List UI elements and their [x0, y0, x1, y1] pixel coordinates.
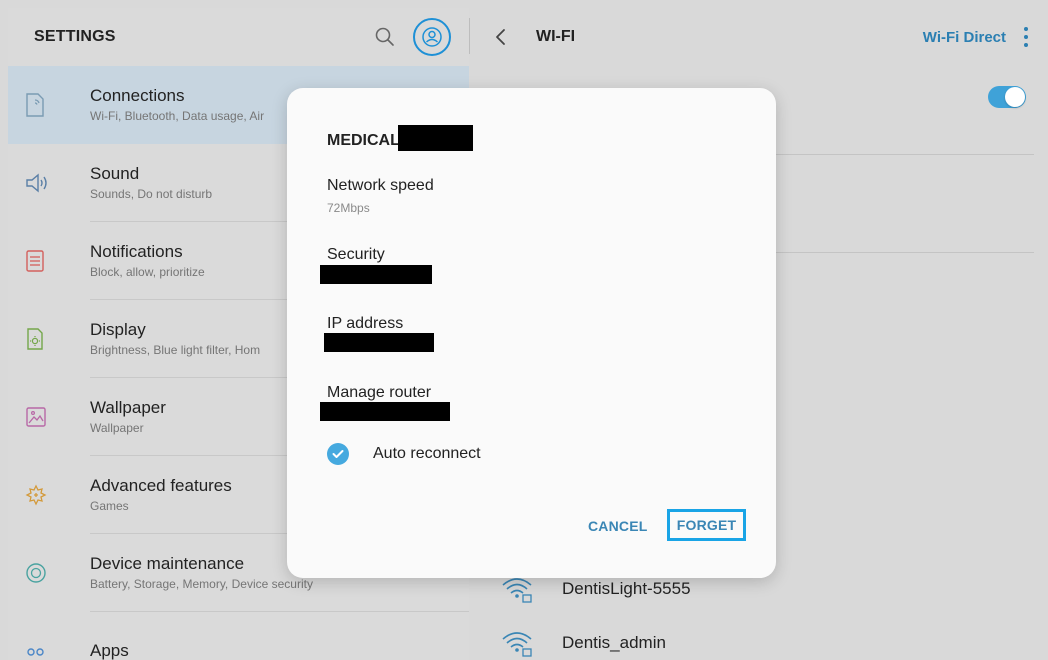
network-name: DentisLight-5555: [562, 579, 691, 598]
wifi-toggle[interactable]: [988, 86, 1026, 108]
auto-reconnect-label[interactable]: Auto reconnect: [373, 445, 481, 463]
settings-item-title: Connections: [90, 86, 185, 105]
settings-item-subtitle: Brightness, Blue light filter, Hom: [90, 343, 261, 357]
wifi-header: WI-FI Wi-Fi Direct: [470, 8, 1048, 66]
sound-icon: [24, 168, 74, 198]
settings-item-title: Device maintenance: [90, 554, 245, 573]
wifi-secure-icon: [502, 578, 532, 603]
redacted-router-value: [320, 402, 450, 421]
display-icon: [24, 324, 74, 354]
forget-button[interactable]: FORGET: [667, 509, 746, 541]
advanced-features-icon: [24, 480, 74, 510]
wifi-direct-button[interactable]: Wi-Fi Direct: [923, 29, 1006, 46]
settings-item-title: Wallpaper: [90, 398, 166, 417]
wifi-title: WI-FI: [536, 28, 576, 45]
redacted-ip-value: [324, 333, 434, 352]
settings-item-title: Display: [90, 320, 146, 339]
apps-icon: [24, 636, 74, 660]
network-details-dialog: MEDICAL Network speed 72Mbps Security IP…: [287, 88, 776, 578]
network-item-dentis-admin[interactable]: Dentis_admin: [500, 628, 666, 658]
cancel-button[interactable]: CANCEL: [588, 518, 648, 534]
notifications-icon: [24, 246, 74, 276]
wallpaper-icon: [24, 402, 74, 432]
settings-item-subtitle: Block, allow, prioritize: [90, 265, 205, 279]
settings-item-subtitle: Wallpaper: [90, 421, 144, 435]
settings-item-title: Apps: [90, 641, 129, 660]
settings-item-title: Notifications: [90, 242, 183, 261]
search-icon[interactable]: [371, 23, 399, 51]
profile-icon[interactable]: [413, 18, 451, 56]
redacted-network-suffix: [398, 125, 473, 151]
network-item-dentislight[interactable]: DentisLight-5555: [500, 574, 691, 604]
settings-item-title: Advanced features: [90, 476, 232, 495]
settings-item-subtitle: Battery, Storage, Memory, Device securit…: [90, 577, 313, 591]
connections-icon: [24, 90, 74, 120]
security-label: Security: [327, 246, 385, 263]
settings-item-title: Sound: [90, 164, 140, 183]
redacted-security-value: [320, 265, 432, 284]
checkmark-icon: [332, 450, 344, 458]
ip-address-label: IP address: [327, 315, 404, 332]
wifi-secure-icon: [502, 632, 532, 657]
network-speed-label: Network speed: [327, 177, 434, 194]
dialog-network-name: MEDICAL: [327, 132, 400, 149]
settings-title: SETTINGS: [34, 28, 116, 45]
device-maintenance-icon: [24, 558, 74, 588]
back-arrow-icon[interactable]: [494, 28, 512, 46]
settings-item-subtitle: Wi-Fi, Bluetooth, Data usage, Air: [90, 109, 265, 123]
settings-header: SETTINGS: [8, 8, 469, 66]
settings-item-apps[interactable]: Apps: [8, 612, 469, 660]
manage-router-label[interactable]: Manage router: [327, 384, 431, 402]
settings-item-subtitle: Games: [90, 499, 129, 513]
settings-item-subtitle: Sounds, Do not disturb: [90, 187, 213, 201]
more-options-icon[interactable]: [1024, 27, 1030, 47]
network-speed-value: 72Mbps: [327, 201, 370, 215]
network-name: Dentis_admin: [562, 633, 666, 652]
auto-reconnect-checkbox[interactable]: [327, 443, 349, 465]
